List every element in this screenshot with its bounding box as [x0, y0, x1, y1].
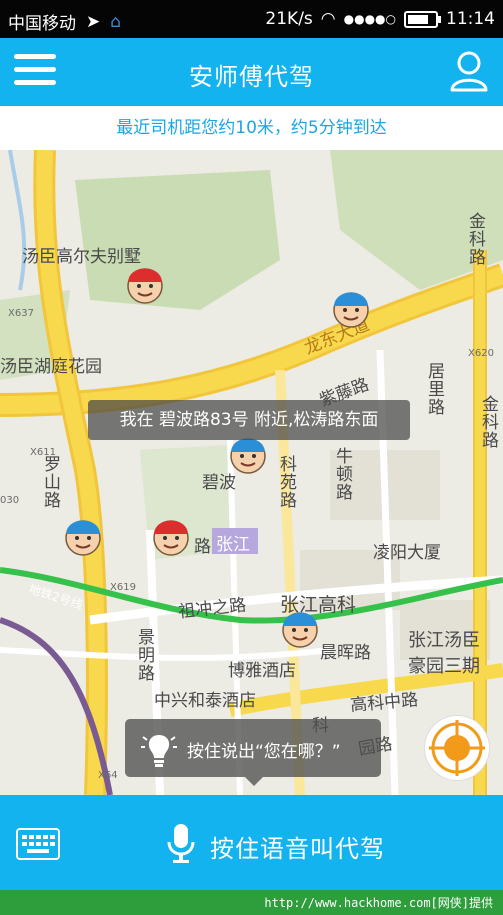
map-label-tangchen-haoyuan: 张江汤臣豪园三期: [408, 630, 480, 677]
map-label-zhangjiang: 张江: [216, 535, 250, 555]
lightbulb-icon: [141, 735, 177, 767]
map-code-x619: X619: [110, 582, 136, 593]
network-speed: 21K/s: [265, 9, 313, 29]
wifi-icon: ◠: [320, 9, 336, 29]
driver-eta-notice: 最近司机距您约10米，约5分钟到达: [0, 106, 503, 152]
bottom-bar: 按住语音叫代驾: [0, 795, 503, 890]
map-label-jinke-mid: 金科路: [478, 395, 498, 449]
app-header: 安师傅代驾: [0, 38, 503, 106]
driver-marker[interactable]: [121, 258, 169, 306]
map-label-lingyang: 凌阳大厦: [373, 543, 441, 563]
map-label-lake: 汤臣湖庭花园: [0, 357, 102, 377]
keyboard-icon[interactable]: [16, 828, 60, 860]
map-code-x611: X611: [30, 447, 56, 458]
map-label-chenhui: 晨晖路: [320, 643, 371, 663]
map-label-zhongxing: 中兴和泰酒店: [154, 691, 256, 711]
locate-icon: [429, 720, 485, 776]
map-code-030: 030: [0, 495, 20, 506]
driver-marker[interactable]: [147, 510, 195, 558]
driver-marker[interactable]: [59, 510, 107, 558]
voice-call-button[interactable]: 按住语音叫代驾: [210, 829, 385, 864]
watermark-strip: http://www.hackhome.com[网侠]提供: [0, 890, 503, 915]
driver-marker[interactable]: [276, 602, 324, 650]
status-bar: 中国移动 ➤ ⌂ 21K/s ◠ ●●●●○ 11:14: [0, 0, 503, 38]
map-label-luoshan: 罗山路: [40, 455, 60, 509]
map-label-jingxiu: 居里路: [424, 362, 444, 416]
voice-hint-tooltip: 按住说出“您在哪？”: [125, 719, 381, 786]
mic-icon[interactable]: [166, 822, 196, 864]
app-title: 安师傅代驾: [189, 63, 314, 91]
watermark-text: http://www.hackhome.com[网侠]提供: [264, 896, 493, 910]
location-arrow-icon: ➤: [86, 11, 101, 32]
map-label-boya: 博雅酒店: [228, 661, 296, 681]
locate-button[interactable]: [425, 716, 489, 780]
battery-icon: [404, 10, 441, 28]
map-label-lu-suffix: 路: [194, 537, 211, 557]
map-view[interactable]: 汤臣高尔夫别墅 汤臣湖庭花园 龙东大道 罗山路 居里路 金科路 金科路 紫藤路 …: [0, 150, 503, 795]
user-icon[interactable]: [449, 50, 489, 92]
signal-icon: ●●●●○: [343, 12, 396, 26]
current-location-bubble: 我在 碧波路83号 附近,松涛路东面: [88, 400, 410, 440]
map-code-x64: X64: [98, 770, 118, 781]
map-code-x620: X620: [468, 348, 494, 359]
map-code-x637: X637: [8, 308, 34, 319]
clock: 11:14: [446, 9, 495, 29]
map-label-jinke-top: 金科路: [465, 212, 485, 266]
driver-marker[interactable]: [327, 282, 375, 330]
map-label-zhenyuan: 科苑路: [276, 455, 296, 509]
carrier-label: 中国移动: [8, 14, 76, 34]
eta-text: 最近司机距您约10米，约5分钟到达: [116, 118, 387, 138]
headset-icon: ⌂: [110, 11, 122, 32]
map-label-niudun: 牛顿路: [332, 447, 352, 501]
voice-hint-text: 按住说出“您在哪？”: [187, 742, 341, 762]
map-label-jingming: 景明路: [134, 628, 154, 682]
